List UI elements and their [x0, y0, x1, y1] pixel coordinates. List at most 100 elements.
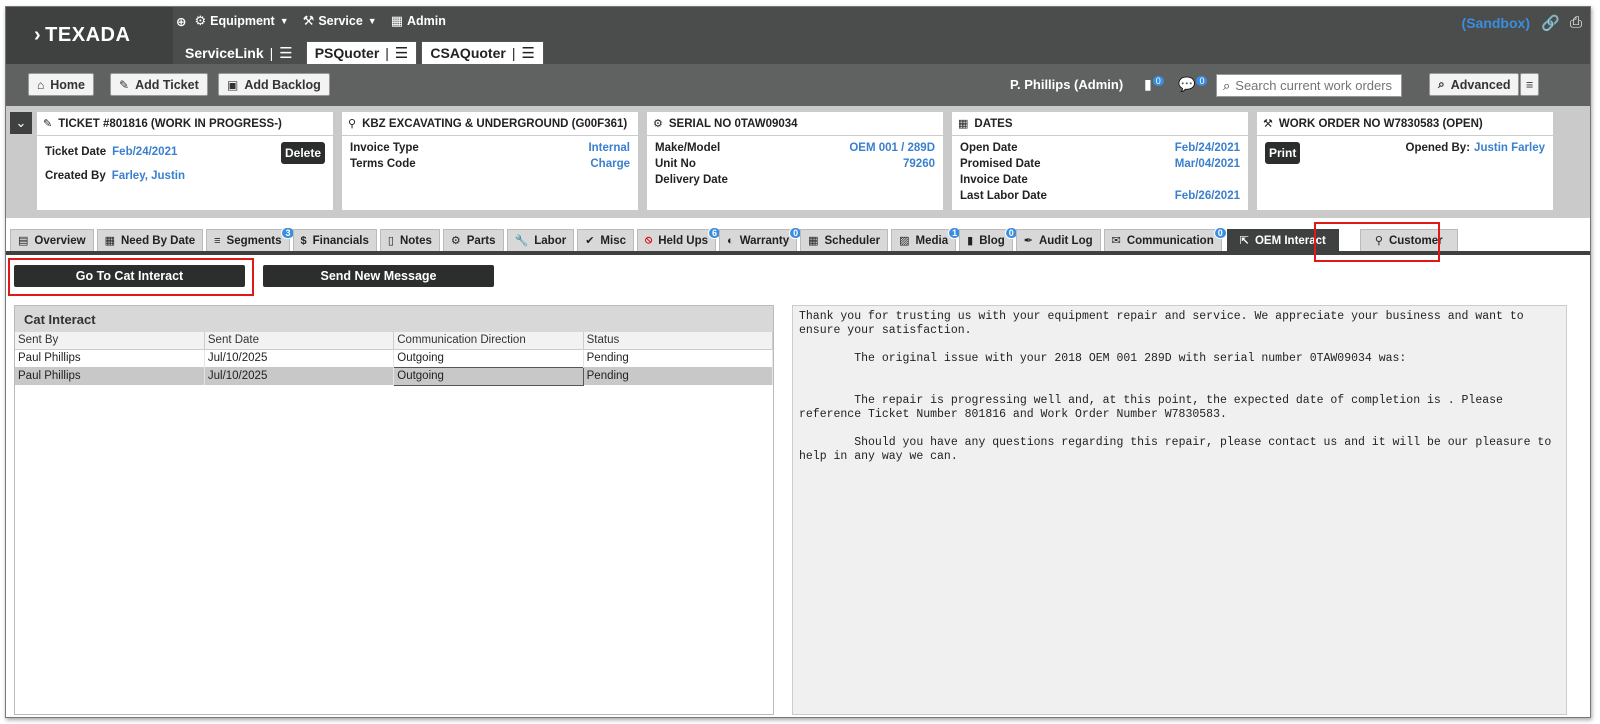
app-tab-psquoter[interactable]: PSQuoter | ☰ [305, 41, 418, 64]
nav-admin[interactable]: ▦ Admin [391, 13, 446, 29]
book-icon: ▮ [967, 235, 974, 247]
cat-interact-panel: Cat Interact Sent By Sent Date Communica… [14, 305, 774, 715]
collapse-button[interactable]: ⌄ [10, 112, 32, 134]
opened-by-value[interactable]: Justin Farley [1474, 142, 1545, 154]
column-header[interactable]: Communication Direction [393, 332, 584, 350]
created-by-value[interactable]: Farley, Justin [112, 170, 185, 182]
logo[interactable]: › TEXADA [6, 7, 173, 64]
customer-title: KBZ EXCAVATING & UNDERGROUND (G00F361) [362, 117, 628, 130]
notebook-badge[interactable]: ▮ 0 [1144, 76, 1164, 93]
app-tab-servicelink[interactable]: ServiceLink | ☰ [176, 41, 302, 64]
table-row[interactable]: Paul Phillips Jul/10/2025 Outgoing Pendi… [15, 366, 774, 386]
column-header[interactable]: Status [583, 332, 774, 350]
add-backlog-button[interactable]: ▣ Add Backlog [218, 73, 330, 96]
ticket-date-value[interactable]: Feb/24/2021 [112, 146, 177, 158]
printer-icon[interactable]: ⎙ [1570, 14, 1582, 32]
tab-label: Need By Date [120, 234, 196, 247]
tab-misc[interactable]: ✔ Misc [577, 229, 634, 251]
home-icon: ⌂ [37, 77, 45, 92]
money-icon: $ [300, 234, 307, 247]
equipment-icon: ⚙ [194, 13, 207, 28]
hamburger-icon[interactable]: ☰ [279, 44, 292, 62]
promised-date-value[interactable]: Mar/04/2021 [1175, 158, 1240, 170]
tab-label: Audit Log [1038, 234, 1093, 247]
app-tab-label: PSQuoter [314, 45, 380, 61]
tab-label: Parts [466, 234, 496, 247]
app-tab-csaquoter[interactable]: CSAQuoter | ☰ [421, 41, 544, 64]
nav-up-icon[interactable]: ⊕ [176, 14, 186, 29]
tab-media[interactable]: ▨ Media 1 [891, 227, 962, 251]
invoice-date-row: Invoice Date [960, 172, 1240, 188]
tab-label: Misc [600, 234, 626, 247]
chat-badge[interactable]: 💬 0 [1178, 76, 1208, 93]
add-backlog-label: Add Backlog [244, 77, 321, 92]
column-header[interactable]: Sent Date [204, 332, 395, 350]
message-paragraph: The original issue with your 2018 OEM 00… [799, 352, 1407, 365]
tab-need-by-date[interactable]: ▦ Need By Date [96, 229, 204, 251]
calendar-icon: ▦ [104, 235, 115, 247]
nav-equipment[interactable]: ⚙ Equipment ▼ [194, 13, 288, 29]
divider: | [511, 45, 516, 61]
nav-service[interactable]: ⚒ Service ▼ [303, 13, 377, 29]
search-icon: ⌕ [1438, 77, 1445, 91]
app-tab-label: CSAQuoter [430, 45, 506, 61]
tab-labor[interactable]: 🔧 Labor [506, 229, 575, 251]
home-button[interactable]: ⌂ Home [28, 73, 94, 96]
tab-segments[interactable]: ≡ Segments 3 [206, 227, 295, 251]
tab-held-ups[interactable]: ⦸ Held Ups 6 [637, 227, 722, 251]
image-icon: ▨ [899, 235, 910, 247]
last-labor-date-value[interactable]: Feb/26/2021 [1175, 190, 1240, 202]
advanced-label: Advanced [1450, 77, 1511, 92]
tab-communication[interactable]: ✉ Communication 0 [1103, 227, 1227, 251]
tab-warranty[interactable]: ◐ Warranty 0 [719, 227, 803, 251]
message-paragraph: Thank you for trusting us with your equi… [799, 310, 1531, 337]
unit-no-value[interactable]: 79260 [903, 158, 935, 170]
invoice-type-row: Invoice Type Internal [350, 140, 630, 156]
delete-button[interactable]: Delete [281, 142, 326, 164]
open-date-value[interactable]: Feb/24/2021 [1175, 142, 1240, 154]
hamburger-icon[interactable]: ☰ [521, 44, 534, 62]
link-icon[interactable]: 🔗 [1541, 14, 1560, 32]
add-ticket-label: Add Ticket [135, 77, 199, 92]
search-box[interactable]: ⌕ [1216, 74, 1402, 97]
invoice-type-value[interactable]: Internal [588, 142, 630, 154]
serial-card: ⚙ SERIAL NO 0TAW09034 Make/Model OEM 001… [647, 112, 943, 210]
tab-audit-log[interactable]: ✒ Audit Log [1015, 229, 1101, 251]
list-menu-icon: ≡ [1526, 77, 1534, 92]
opened-by-label: Opened By: [1405, 142, 1471, 154]
hamburger-icon[interactable]: ☰ [395, 44, 408, 62]
ticket-card: ✎ TICKET #801816 (WORK IN PROGRESS-) Tic… [37, 112, 333, 210]
invoice-type-label: Invoice Type [350, 142, 419, 154]
work-order-card-title: ⚒ WORK ORDER NO W7830583 (OPEN) [1257, 112, 1553, 136]
search-input[interactable] [1235, 78, 1396, 93]
tab-financials[interactable]: $ Financials [292, 229, 377, 251]
shield-icon: ◐ [727, 234, 734, 247]
make-model-value[interactable]: OEM 001 / 289D [849, 142, 935, 154]
tab-scheduler[interactable]: ▦ Scheduler [800, 229, 889, 251]
save-icon: ▣ [227, 77, 239, 92]
highlight-oem-tab [1314, 222, 1440, 262]
table-row[interactable]: Paul Phillips Jul/10/2025 Outgoing Pendi… [15, 349, 774, 367]
terms-code-value[interactable]: Charge [590, 158, 630, 170]
tools-icon: ⚒ [1263, 118, 1273, 130]
send-new-message-button[interactable]: Send New Message [263, 265, 494, 287]
tab-overview[interactable]: ▤ Overview [10, 229, 94, 251]
advanced-search-button[interactable]: ⌕ Advanced [1429, 73, 1520, 96]
make-model-row: Make/Model OEM 001 / 289D [655, 140, 935, 156]
brand-name: TEXADA [45, 24, 131, 46]
go-to-cat-interact-button[interactable]: Go To Cat Interact [14, 265, 245, 287]
unit-no-row: Unit No 79260 [655, 156, 935, 172]
list-menu-button[interactable]: ≡ [1520, 73, 1540, 96]
tab-parts[interactable]: ⚙ Parts [442, 229, 504, 251]
clipboard-icon: ▤ [18, 235, 29, 247]
caret-down-icon: ▼ [279, 16, 289, 26]
print-button[interactable]: Print [1265, 142, 1301, 164]
tab-label: Financials [312, 234, 369, 247]
add-ticket-button[interactable]: ✎ Add Ticket [110, 73, 208, 96]
current-user[interactable]: P. Phillips (Admin) [1010, 77, 1123, 92]
envelope-icon: ✉ [1111, 235, 1121, 247]
tab-blog[interactable]: ▮ Blog 0 [959, 227, 1018, 251]
tab-notes[interactable]: ▯ Notes [379, 229, 440, 251]
column-header[interactable]: Sent By [15, 332, 205, 350]
tab-label: Scheduler [824, 234, 881, 247]
